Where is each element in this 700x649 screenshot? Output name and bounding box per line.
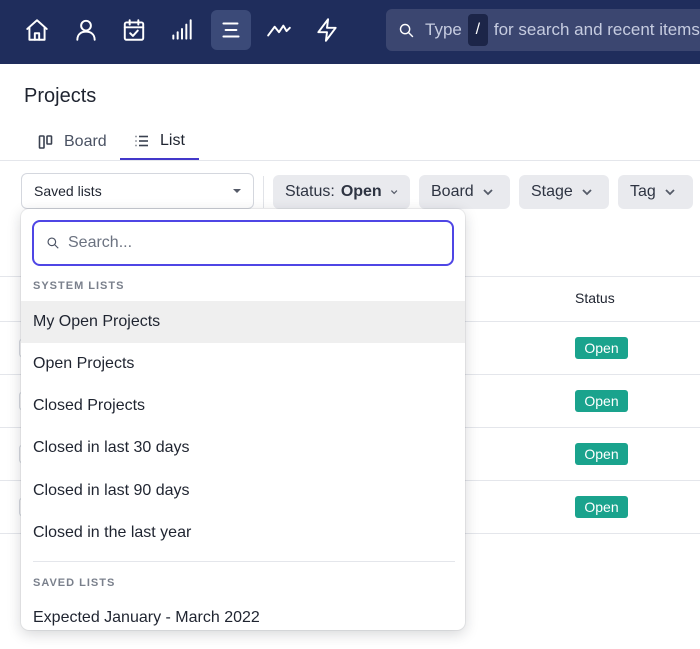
saved-lists-label: Saved lists xyxy=(34,183,102,199)
tab-board[interactable]: Board xyxy=(38,124,110,160)
list-item-expected-jan-mar-2022[interactable]: Expected January - March 2022 xyxy=(21,597,465,630)
dropdown-search-input[interactable] xyxy=(68,234,438,252)
saved-lists-select[interactable]: Saved lists xyxy=(21,173,254,209)
slash-shortcut-key: / xyxy=(467,14,488,46)
board-filter-label: Board xyxy=(431,183,474,200)
list-item-closed-projects[interactable]: Closed Projects xyxy=(21,385,465,427)
chevron-down-icon xyxy=(390,190,398,195)
status-badge: Open xyxy=(575,337,628,359)
calendar-check-icon[interactable] xyxy=(114,10,154,50)
search-prefix: Type xyxy=(425,20,462,39)
stage-filter-label: Stage xyxy=(531,183,573,200)
signal-bars-icon[interactable] xyxy=(162,10,202,50)
search-suffix: for search and recent items... xyxy=(493,20,700,39)
status-filter-label: Status: xyxy=(285,183,335,200)
user-icon[interactable] xyxy=(66,10,106,50)
status-badge: Open xyxy=(575,390,628,412)
stage-filter[interactable]: Stage xyxy=(519,175,609,209)
list-icon xyxy=(135,135,148,147)
list-item-closed-last-30-days[interactable]: Closed in last 30 days xyxy=(21,427,465,469)
lightning-icon[interactable] xyxy=(307,10,347,50)
tag-filter[interactable]: Tag xyxy=(618,175,693,209)
top-navigation: Type / for search and recent items... xyxy=(0,0,700,64)
tab-list[interactable]: List xyxy=(120,124,199,160)
board-columns-icon xyxy=(38,135,53,149)
search-icon xyxy=(47,237,59,249)
chevron-down-icon xyxy=(665,189,675,196)
chevron-down-icon xyxy=(582,189,592,196)
dropdown-divider xyxy=(33,561,455,562)
board-filter[interactable]: Board xyxy=(419,175,510,209)
dropdown-search-field[interactable] xyxy=(32,220,454,266)
list-icon[interactable] xyxy=(211,10,251,50)
status-badge: Open xyxy=(575,496,628,518)
tab-board-label: Board xyxy=(64,133,107,150)
status-filter-value: Open xyxy=(340,183,382,200)
search-icon xyxy=(398,22,415,39)
tag-filter-label: Tag xyxy=(630,183,656,200)
list-item-closed-last-year[interactable]: Closed in the last year xyxy=(21,512,465,554)
home-icon[interactable] xyxy=(17,10,57,50)
system-lists-heading: SYSTEM LISTS xyxy=(33,280,125,292)
saved-lists-heading: SAVED LISTS xyxy=(33,577,116,589)
trend-icon[interactable] xyxy=(259,10,299,50)
filter-divider xyxy=(263,176,264,208)
global-search-input[interactable]: Type / for search and recent items... xyxy=(386,9,700,51)
saved-lists-dropdown: SYSTEM LISTS My Open Projects Open Proje… xyxy=(21,209,465,630)
chevron-down-icon xyxy=(483,189,493,196)
caret-down-icon xyxy=(233,189,241,193)
status-badge: Open xyxy=(575,443,628,465)
list-item-open-projects[interactable]: Open Projects xyxy=(21,343,465,385)
status-filter[interactable]: Status: Open xyxy=(273,175,410,209)
list-item-my-open-projects[interactable]: My Open Projects xyxy=(21,301,465,343)
tab-list-label: List xyxy=(160,132,185,149)
page-title: Projects xyxy=(24,85,97,107)
tabs-divider xyxy=(0,160,700,161)
status-column-header: Status xyxy=(575,290,615,306)
list-item-closed-last-90-days[interactable]: Closed in last 90 days xyxy=(21,470,465,512)
